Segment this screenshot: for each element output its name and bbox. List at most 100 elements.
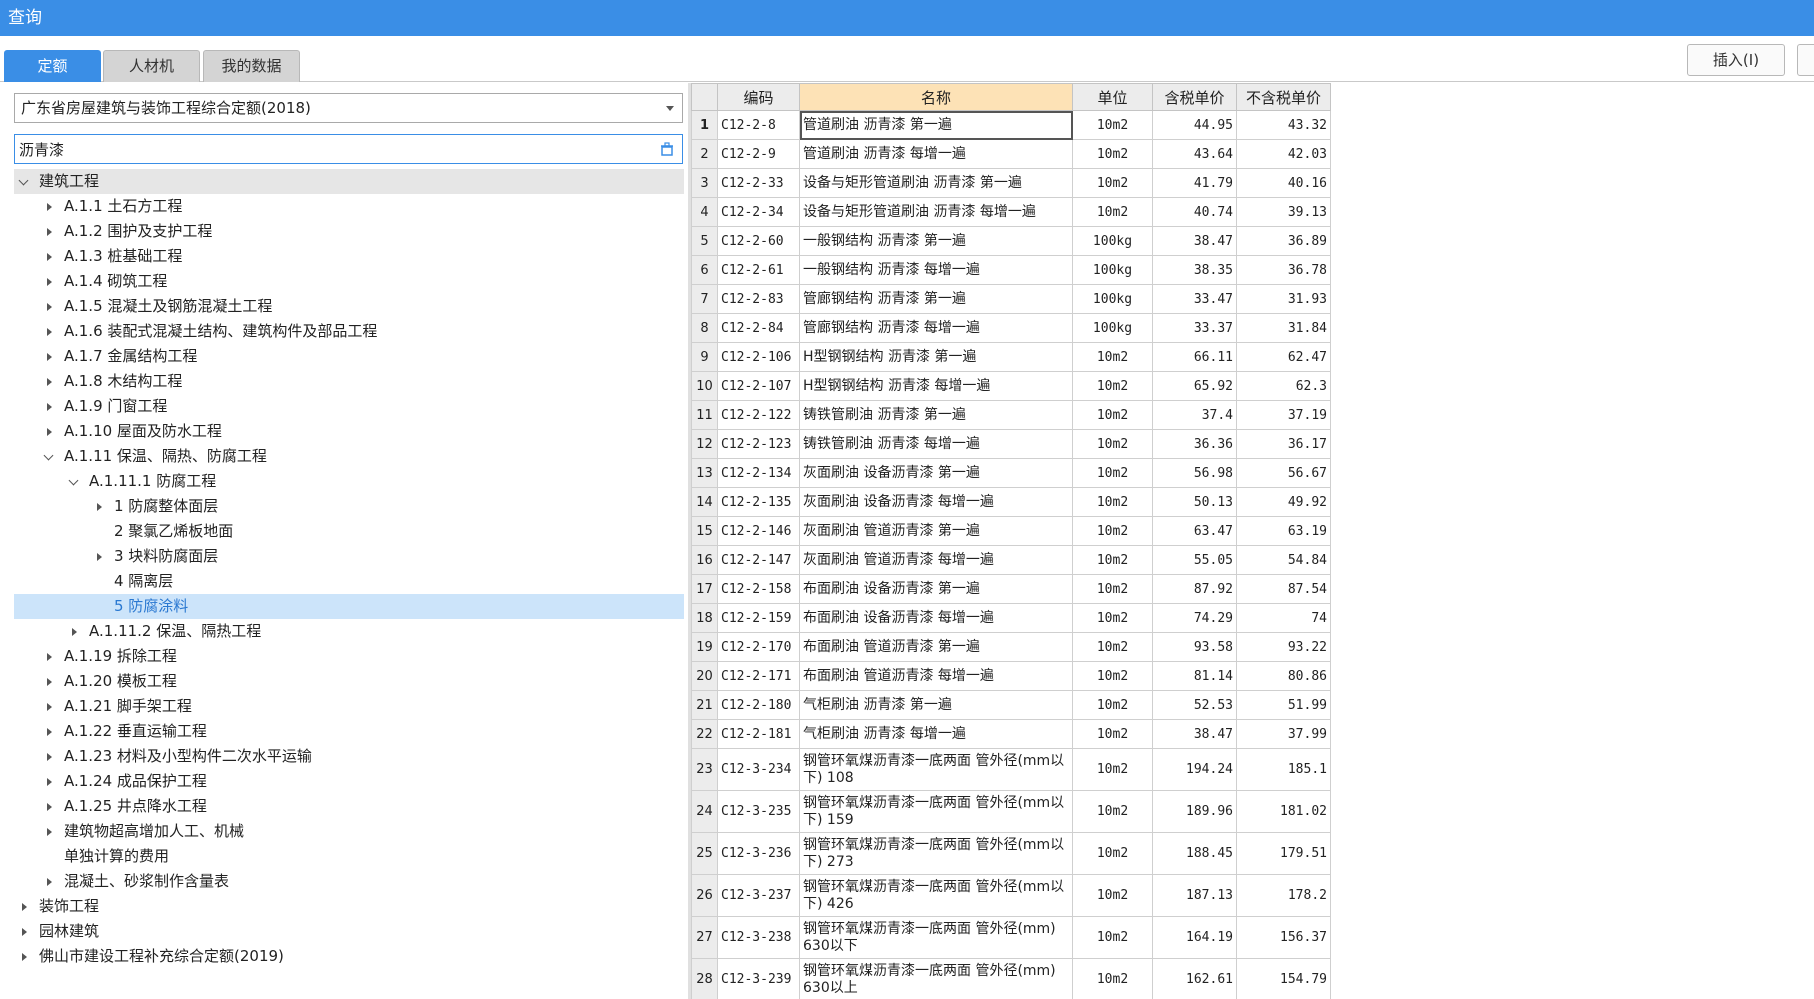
collapsed-caret-icon[interactable] (47, 378, 52, 386)
cell-code[interactable]: C12-3-238 (717, 916, 800, 959)
tree-node[interactable]: A.1.20 模板工程 (14, 669, 684, 694)
tree-node[interactable]: A.1.11 保温、隔热、防腐工程 (14, 444, 684, 469)
row-number[interactable]: 26 (691, 874, 718, 917)
cell-price-with-tax[interactable]: 189.96 (1152, 790, 1237, 833)
cell-price-without-tax[interactable]: 62.3 (1236, 371, 1331, 401)
table-row[interactable]: 10 C12-2-107 H型钢钢结构 沥青漆 每增一遍 10m2 65.92 62.3 (691, 371, 1331, 401)
cell-code[interactable]: C12-2-61 (717, 255, 800, 285)
cell-price-without-tax[interactable]: 80.86 (1236, 661, 1331, 691)
cell-price-without-tax[interactable]: 93.22 (1236, 632, 1331, 662)
cell-price-with-tax[interactable]: 50.13 (1152, 487, 1237, 517)
cell-price-with-tax[interactable]: 37.4 (1152, 400, 1237, 430)
collapsed-caret-icon[interactable] (22, 953, 27, 961)
collapsed-caret-icon[interactable] (47, 803, 52, 811)
cell-price-without-tax[interactable]: 39.13 (1236, 197, 1331, 227)
cell-code[interactable]: C12-2-158 (717, 574, 800, 604)
cell-price-with-tax[interactable]: 93.58 (1152, 632, 1237, 662)
cell-price-with-tax[interactable]: 81.14 (1152, 661, 1237, 691)
collapsed-caret-icon[interactable] (47, 703, 52, 711)
more-button[interactable] (1797, 44, 1814, 76)
cell-unit[interactable]: 10m2 (1072, 545, 1153, 575)
cell-price-with-tax[interactable]: 162.61 (1152, 958, 1237, 999)
cell-code[interactable]: C12-2-146 (717, 516, 800, 546)
cell-price-without-tax[interactable]: 37.99 (1236, 719, 1331, 749)
collapsed-caret-icon[interactable] (47, 728, 52, 736)
collapsed-caret-icon[interactable] (22, 928, 27, 936)
tree-node[interactable]: A.1.23 材料及小型构件二次水平运输 (14, 744, 684, 769)
cell-unit[interactable]: 100kg (1072, 313, 1153, 343)
cell-name[interactable]: 管廊钢结构 沥青漆 第一遍 (799, 284, 1073, 314)
cell-name[interactable]: 一般钢结构 沥青漆 每增一遍 (799, 255, 1073, 285)
tab-quota[interactable]: 定额 (4, 50, 101, 82)
collapsed-caret-icon[interactable] (47, 678, 52, 686)
row-number[interactable]: 24 (691, 790, 718, 833)
cell-price-without-tax[interactable]: 37.19 (1236, 400, 1331, 430)
cell-unit[interactable]: 10m2 (1072, 603, 1153, 633)
cell-name[interactable]: 灰面刷油 设备沥青漆 每增一遍 (799, 487, 1073, 517)
quota-library-select[interactable]: 广东省房屋建筑与装饰工程综合定额(2018) (14, 93, 683, 123)
cell-code[interactable]: C12-3-237 (717, 874, 800, 917)
cell-unit[interactable]: 10m2 (1072, 661, 1153, 691)
table-row[interactable]: 13 C12-2-134 灰面刷油 设备沥青漆 第一遍 10m2 56.98 56.67 (691, 458, 1331, 488)
cell-code[interactable]: C12-3-236 (717, 832, 800, 875)
row-number[interactable]: 23 (691, 748, 718, 791)
cell-code[interactable]: C12-3-235 (717, 790, 800, 833)
collapsed-caret-icon[interactable] (97, 503, 102, 511)
cell-name[interactable]: 灰面刷油 管道沥青漆 第一遍 (799, 516, 1073, 546)
cell-unit[interactable]: 10m2 (1072, 719, 1153, 749)
cell-unit[interactable]: 10m2 (1072, 790, 1153, 833)
table-row[interactable]: 14 C12-2-135 灰面刷油 设备沥青漆 每增一遍 10m2 50.13 49.92 (691, 487, 1331, 517)
cell-unit[interactable]: 10m2 (1072, 429, 1153, 459)
tab-my-data[interactable]: 我的数据 (203, 50, 300, 82)
cell-code[interactable]: C12-3-234 (717, 748, 800, 791)
table-row[interactable]: 25 C12-3-236 钢管环氧煤沥青漆一底两面 管外径(mm以下) 273 10m… (691, 832, 1331, 875)
cell-price-without-tax[interactable]: 31.93 (1236, 284, 1331, 314)
cell-name[interactable]: 灰面刷油 设备沥青漆 第一遍 (799, 458, 1073, 488)
cell-unit[interactable]: 10m2 (1072, 458, 1153, 488)
row-number[interactable]: 12 (691, 429, 718, 459)
table-row[interactable]: 12 C12-2-123 铸铁管刷油 沥青漆 每增一遍 10m2 36.36 36.17 (691, 429, 1331, 459)
cell-price-without-tax[interactable]: 31.84 (1236, 313, 1331, 343)
header-price-with-tax[interactable]: 含税单价 (1152, 83, 1237, 111)
cell-code[interactable]: C12-3-239 (717, 958, 800, 999)
expanded-caret-icon[interactable] (68, 475, 79, 486)
cell-name[interactable]: 布面刷油 设备沥青漆 第一遍 (799, 574, 1073, 604)
cell-name[interactable]: 钢管环氧煤沥青漆一底两面 管外径(mm以下) 426 (799, 874, 1073, 917)
cell-unit[interactable]: 100kg (1072, 255, 1153, 285)
table-row[interactable]: 11 C12-2-122 铸铁管刷油 沥青漆 第一遍 10m2 37.4 37.19 (691, 400, 1331, 430)
cell-price-without-tax[interactable]: 40.16 (1236, 168, 1331, 198)
cell-name[interactable]: 一般钢结构 沥青漆 第一遍 (799, 226, 1073, 256)
search-input[interactable] (15, 135, 645, 163)
cell-code[interactable]: C12-2-135 (717, 487, 800, 517)
cell-code[interactable]: C12-2-84 (717, 313, 800, 343)
cell-price-without-tax[interactable]: 185.1 (1236, 748, 1331, 791)
row-number[interactable]: 7 (691, 284, 718, 314)
cell-unit[interactable]: 10m2 (1072, 168, 1153, 198)
cell-name[interactable]: 设备与矩形管道刷油 沥青漆 每增一遍 (799, 197, 1073, 227)
cell-code[interactable]: C12-2-34 (717, 197, 800, 227)
table-row[interactable]: 16 C12-2-147 灰面刷油 管道沥青漆 每增一遍 10m2 55.05 54.84 (691, 545, 1331, 575)
table-row[interactable]: 26 C12-3-237 钢管环氧煤沥青漆一底两面 管外径(mm以下) 426 10m… (691, 874, 1331, 917)
table-row[interactable]: 23 C12-3-234 钢管环氧煤沥青漆一底两面 管外径(mm以下) 108 10m… (691, 748, 1331, 791)
cell-code[interactable]: C12-2-180 (717, 690, 800, 720)
table-row[interactable]: 21 C12-2-180 气柜刷油 沥青漆 第一遍 10m2 52.53 51.99 (691, 690, 1331, 720)
cell-price-with-tax[interactable]: 40.74 (1152, 197, 1237, 227)
cell-unit[interactable]: 10m2 (1072, 197, 1153, 227)
collapsed-caret-icon[interactable] (47, 353, 52, 361)
cell-name[interactable]: 铸铁管刷油 沥青漆 第一遍 (799, 400, 1073, 430)
cell-price-with-tax[interactable]: 44.95 (1152, 110, 1237, 140)
table-row[interactable]: 3 C12-2-33 设备与矩形管道刷油 沥青漆 第一遍 10m2 41.79 40.16 (691, 168, 1331, 198)
cell-price-without-tax[interactable]: 63.19 (1236, 516, 1331, 546)
cell-name[interactable]: 钢管环氧煤沥青漆一底两面 管外径(mm) 630以下 (799, 916, 1073, 959)
row-number[interactable]: 2 (691, 139, 718, 169)
cell-code[interactable]: C12-2-147 (717, 545, 800, 575)
cell-price-with-tax[interactable]: 36.36 (1152, 429, 1237, 459)
cell-unit[interactable]: 10m2 (1072, 832, 1153, 875)
table-row[interactable]: 27 C12-3-238 钢管环氧煤沥青漆一底两面 管外径(mm) 630以下 10m… (691, 916, 1331, 959)
collapsed-caret-icon[interactable] (47, 753, 52, 761)
collapsed-caret-icon[interactable] (47, 303, 52, 311)
cell-price-with-tax[interactable]: 187.13 (1152, 874, 1237, 917)
cell-name[interactable]: 钢管环氧煤沥青漆一底两面 管外径(mm以下) 108 (799, 748, 1073, 791)
collapsed-caret-icon[interactable] (47, 253, 52, 261)
cell-price-with-tax[interactable]: 55.05 (1152, 545, 1237, 575)
